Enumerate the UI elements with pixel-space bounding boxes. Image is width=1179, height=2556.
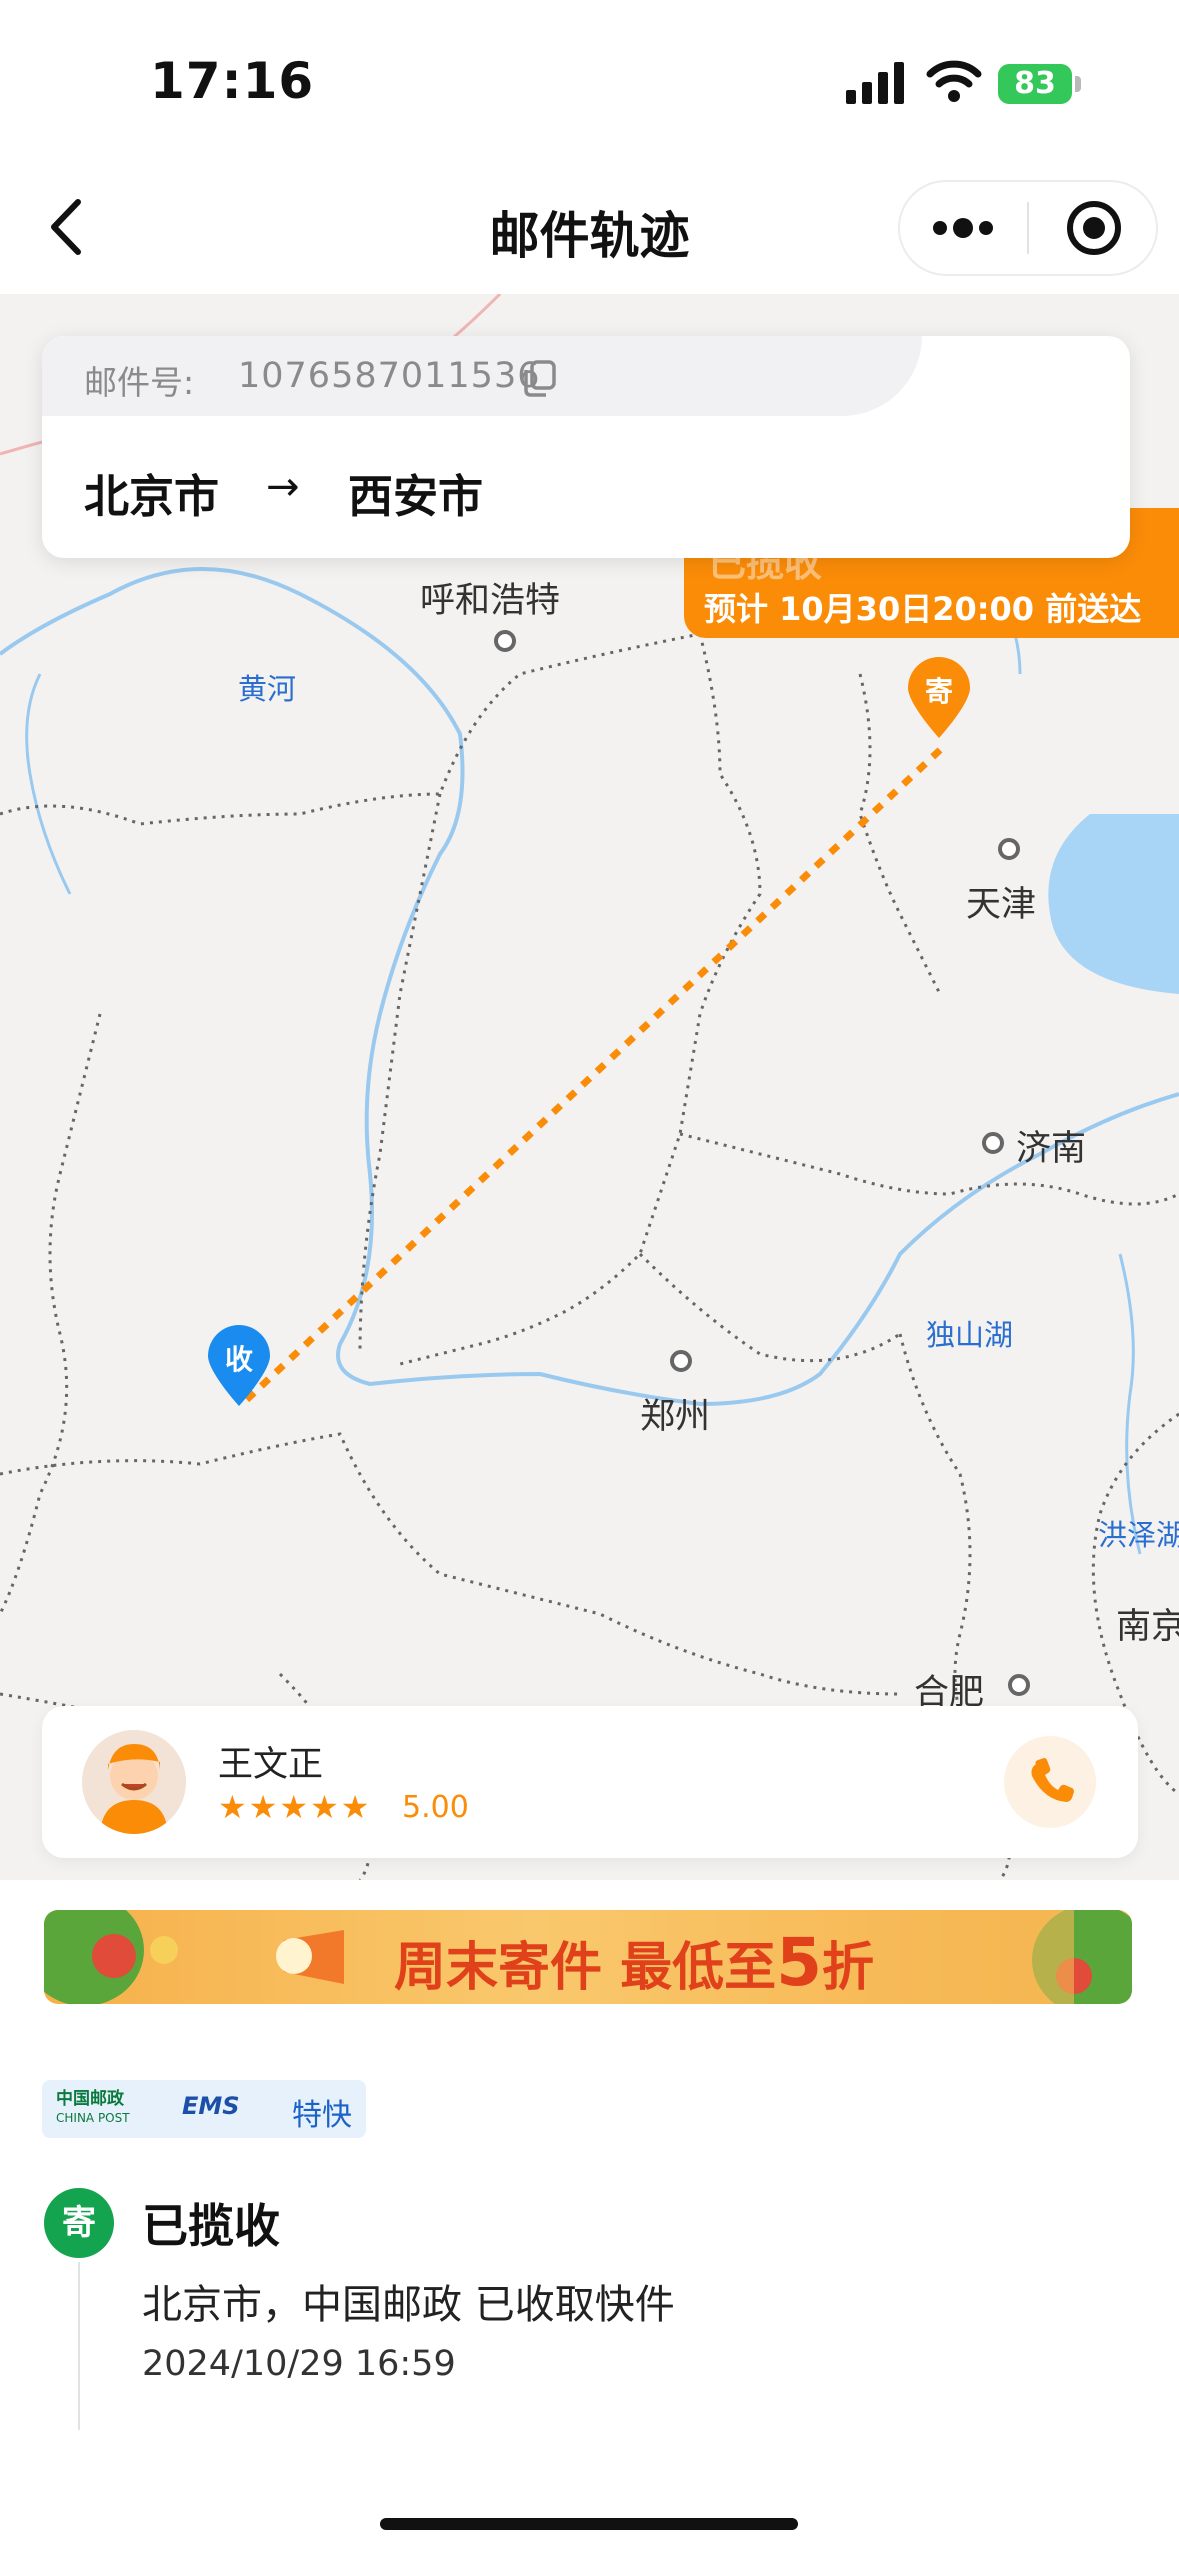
home-indicator[interactable] — [380, 2518, 798, 2530]
promo-text: 周末寄件 最低至5折 — [394, 1924, 874, 2001]
call-courier-button[interactable] — [1004, 1736, 1096, 1828]
map-label-jinan: 济南 — [1016, 1129, 1087, 1169]
map-label-hohhot: 呼和浩特 — [420, 581, 561, 621]
estimated-delivery: 预计 10月30日20:00 前送达 — [704, 590, 1142, 628]
courier-card: 王文正 ★★★★★ 5.00 — [42, 1706, 1138, 1858]
courier-rating: 5.00 — [402, 1790, 469, 1825]
city-dot-hohhot — [494, 630, 516, 652]
city-dot-zhengzhou — [670, 1350, 692, 1372]
phone-icon — [1031, 1758, 1074, 1802]
battery-cap — [1075, 76, 1081, 92]
city-dot-hefei — [1008, 1674, 1030, 1696]
mail-number: 1076587011536 — [238, 356, 541, 396]
promo-text-number: 5 — [776, 1924, 823, 2001]
destination-city: 西安市 — [348, 470, 484, 523]
china-post-name-en: CHINA POST — [56, 2111, 130, 2125]
map-label-nanjing: 南京 — [1116, 1607, 1179, 1647]
city-dot-jinan — [982, 1132, 1004, 1154]
map-label-dushan-lake: 独山湖 — [926, 1318, 1014, 1352]
map-label-hongze-lake: 洪泽湖 — [1098, 1518, 1179, 1552]
copy-icon[interactable] — [522, 360, 558, 398]
capsule-divider — [1027, 202, 1029, 254]
mail-info-card: 邮件号: 1076587011536 北京市 → 西安市 — [42, 336, 1130, 558]
china-post-logo: 中国邮政 CHINA POST — [56, 2090, 130, 2127]
map-label-yellow-river: 黄河 — [238, 672, 297, 706]
map-label-tianjin: 天津 — [966, 885, 1037, 925]
ems-logo: EMS — [182, 2092, 240, 2120]
courier-name: 王文正 — [218, 1745, 324, 1785]
cellular-signal-icon — [846, 62, 904, 104]
map-label-zhengzhou: 郑州 — [640, 1397, 711, 1437]
promo-banner[interactable]: 周末寄件 最低至5折 — [44, 1910, 1132, 2004]
promo-text-part1: 周末寄件 最低至 — [394, 1938, 777, 1998]
close-target-icon[interactable] — [1064, 198, 1124, 258]
status-time: 17:16 — [150, 52, 315, 110]
timeline-description: 北京市，中国邮政 已收取快件 — [142, 2282, 675, 2328]
mail-number-label: 邮件号: — [84, 363, 195, 402]
timeline-status: 已揽收 — [142, 2199, 280, 2253]
more-options-icon[interactable] — [930, 212, 996, 244]
receiver-marker[interactable]: 收 — [206, 1324, 272, 1408]
city-dot-tianjin — [998, 838, 1020, 860]
courier-avatar-icon — [82, 1730, 186, 1834]
service-type: 特快 — [292, 2098, 352, 2133]
carrier-badge: 中国邮政 CHINA POST EMS 特快 — [42, 2080, 366, 2138]
sender-marker[interactable]: 寄 — [906, 656, 972, 740]
route-arrow: → — [266, 464, 300, 510]
timeline-time: 2024/10/29 16:59 — [142, 2344, 456, 2384]
courier-avatar — [82, 1730, 186, 1834]
star-rating-icon: ★★★★★ — [218, 1788, 372, 1826]
origin-city: 北京市 — [84, 470, 220, 523]
timeline-status-icon: 寄 — [44, 2188, 114, 2258]
wifi-icon — [926, 60, 982, 102]
receiver-marker-label: 收 — [224, 1343, 253, 1376]
china-post-name: 中国邮政 — [56, 2089, 124, 2109]
promo-text-part2: 折 — [822, 1938, 875, 1998]
battery-indicator: 83 — [998, 64, 1072, 104]
sender-marker-label: 寄 — [924, 675, 953, 708]
timeline-line — [78, 2262, 80, 2430]
